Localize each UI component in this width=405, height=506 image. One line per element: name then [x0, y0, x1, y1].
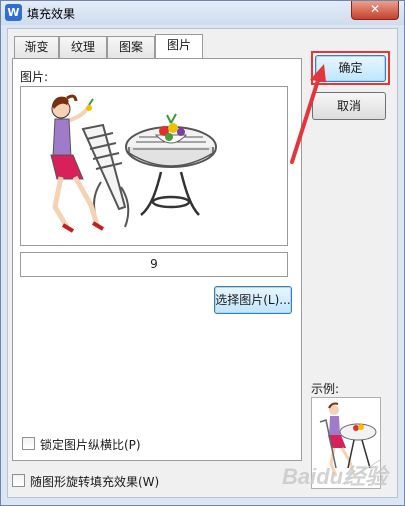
app-icon: W — [5, 4, 22, 21]
tab-gradient[interactable]: 渐变 — [14, 36, 59, 58]
title-bar[interactable]: W 填充效果 ✕ — [1, 1, 404, 25]
select-picture-button[interactable]: 选择图片(L)... — [214, 286, 292, 314]
tab-pattern[interactable]: 图案 — [107, 36, 155, 58]
lock-aspect-label[interactable]: 锁定图片纵横比(P) — [40, 436, 141, 453]
baidu-watermark: Baidu经验 — [276, 450, 401, 500]
arrow-annotation — [290, 64, 326, 164]
close-button[interactable]: ✕ — [351, 1, 399, 20]
tab-picture[interactable]: 图片 — [155, 34, 203, 58]
picture-illustration — [50, 94, 217, 233]
tab-texture[interactable]: 纹理 — [59, 36, 107, 58]
rotate-with-shape-checkbox[interactable] — [12, 474, 25, 487]
sample-label: 示例: — [311, 382, 340, 396]
picture-label: 图片: — [20, 70, 49, 84]
picture-preview-box — [20, 86, 288, 246]
window-title: 填充效果 — [27, 7, 76, 21]
rotate-with-shape-label[interactable]: 随图形旋转填充效果(W) — [30, 473, 159, 490]
picture-name-field: 9 — [20, 252, 288, 277]
close-icon: ✕ — [369, 2, 381, 16]
lock-aspect-checkbox[interactable] — [22, 437, 35, 450]
watermark-text: Baidu经验 — [282, 464, 390, 489]
